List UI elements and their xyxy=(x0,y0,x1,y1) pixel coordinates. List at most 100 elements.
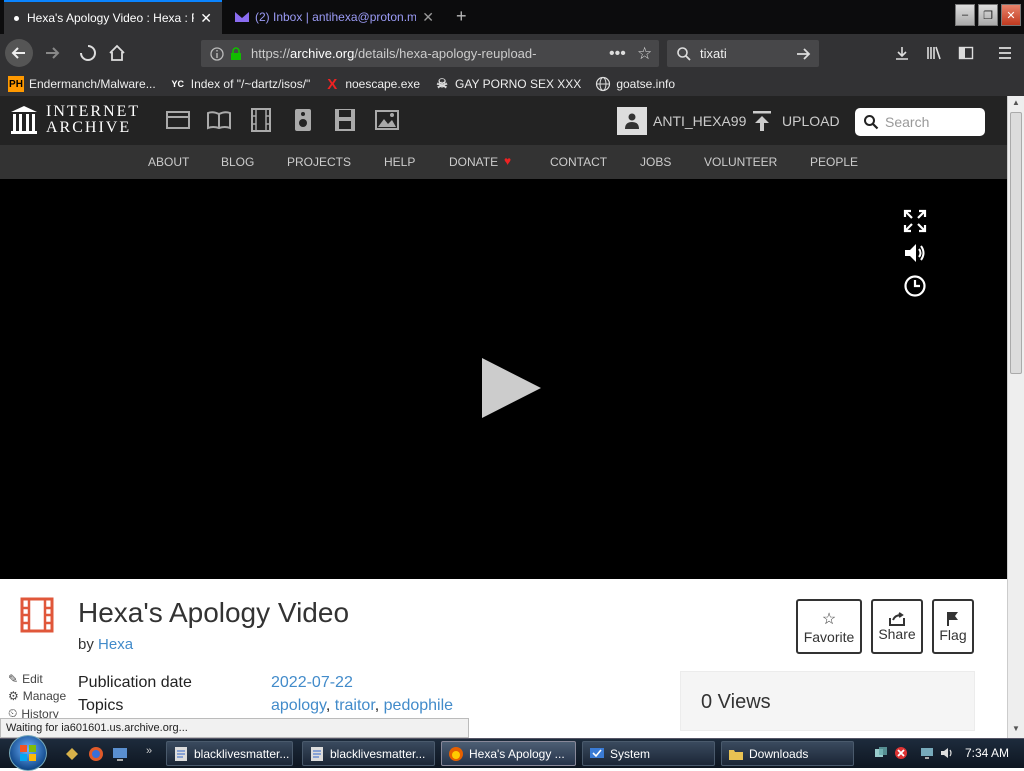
item-title: Hexa's Apology Video xyxy=(78,597,350,628)
star-icon: ☆ xyxy=(821,610,837,628)
ia-header: INTERNET ARCHIVE ANTI_HEXA99 UPLOAD Sear… xyxy=(0,96,1007,145)
sidebar-button[interactable] xyxy=(954,42,978,64)
overflow-chevron-icon[interactable]: » xyxy=(146,745,152,757)
tab-archive[interactable]: Hexa's Apology Video : Hexa : F ✕ xyxy=(4,0,222,34)
scroll-down-icon[interactable]: ▼ xyxy=(1012,724,1020,733)
volume-icon[interactable] xyxy=(903,241,927,265)
info-icon[interactable] xyxy=(209,46,225,62)
taskbar-label: System xyxy=(610,746,651,761)
page-scrollbar[interactable]: ▲ ▼ xyxy=(1007,96,1024,738)
taskbar-item[interactable]: Downloads xyxy=(721,741,854,766)
nav-blog[interactable]: BLOG xyxy=(221,155,254,169)
taskbar-item[interactable]: blacklivesmatter... xyxy=(166,741,293,766)
taskbar-item[interactable]: System xyxy=(582,741,715,766)
window-close-button[interactable]: ✕ xyxy=(1001,4,1021,26)
favorite-button[interactable]: ☆ Favorite xyxy=(796,599,862,654)
downloads-button[interactable] xyxy=(890,42,914,64)
page-actions-icon[interactable]: ••• xyxy=(605,44,630,63)
ia-logo[interactable]: INTERNET ARCHIVE xyxy=(10,104,140,136)
user-icon xyxy=(625,113,639,129)
share-button[interactable]: Share xyxy=(871,599,923,654)
topic-link[interactable]: traitor xyxy=(335,697,375,714)
favorite-label: Favorite xyxy=(803,628,855,645)
restore-button[interactable]: ❐ xyxy=(978,4,998,26)
stop-loading-button[interactable] xyxy=(76,42,100,64)
search-bar[interactable]: tixati xyxy=(667,40,819,67)
bookmark-item[interactable]: ☠ GAY PORNO SEX XXX xyxy=(434,76,581,92)
ia-wordmark: INTERNET ARCHIVE xyxy=(46,103,141,136)
upload-button[interactable]: UPLOAD xyxy=(752,110,840,132)
edit-link[interactable]: ✎ Edit xyxy=(8,672,43,686)
web-icon[interactable] xyxy=(165,108,191,132)
nav-people[interactable]: PEOPLE xyxy=(810,155,858,169)
bookmark-item[interactable]: goatse.info xyxy=(595,76,675,92)
play-icon[interactable] xyxy=(480,357,542,419)
video-film-icon[interactable] xyxy=(248,108,274,132)
flag-button[interactable]: Flag xyxy=(932,599,974,654)
publication-date-value[interactable]: 2022-07-22 xyxy=(271,674,353,692)
minimize-button[interactable]: – xyxy=(955,4,975,26)
quicklaunch-app-icon[interactable] xyxy=(64,746,80,762)
bookmark-item[interactable]: X noescape.exe xyxy=(324,76,420,93)
go-arrow-icon[interactable] xyxy=(795,46,811,62)
loading-indicator-icon xyxy=(14,15,19,21)
system-icon xyxy=(590,747,604,758)
clock-icon[interactable] xyxy=(903,274,927,298)
start-button[interactable] xyxy=(9,735,47,771)
audio-speaker-icon[interactable] xyxy=(290,108,316,132)
bookmark-item[interactable]: YC Index of "/~dartz/isos/" xyxy=(170,76,310,92)
nav-projects[interactable]: PROJECTS xyxy=(287,155,351,169)
show-desktop-icon[interactable] xyxy=(112,746,128,762)
scroll-up-icon[interactable]: ▲ xyxy=(1012,98,1020,107)
taskbar-item-active[interactable]: Hexa's Apology ... xyxy=(441,741,576,766)
url-bar[interactable]: https://archive.org/details/hexa-apology… xyxy=(201,40,659,67)
menu-button[interactable] xyxy=(993,42,1017,64)
nav-about[interactable]: ABOUT xyxy=(148,155,189,169)
tray-volume-icon[interactable] xyxy=(940,746,954,760)
topics-list: apology, traitor, pedophile xyxy=(271,697,454,714)
forward-button[interactable] xyxy=(40,42,64,64)
upload-label: UPLOAD xyxy=(782,113,840,129)
manage-link[interactable]: ⚙ Manage xyxy=(8,689,66,703)
fullscreen-icon[interactable] xyxy=(903,209,927,233)
home-button[interactable] xyxy=(105,42,129,64)
new-tab-button[interactable]: + xyxy=(456,6,467,27)
bookmark-star-icon[interactable]: ☆ xyxy=(633,43,657,64)
flag-icon xyxy=(947,611,958,626)
video-player[interactable] xyxy=(0,179,1007,685)
tab-inbox[interactable]: (2) Inbox | antihexa@proton.m ✕ xyxy=(224,0,444,34)
by-prefix: by xyxy=(78,636,94,653)
search-value: tixati xyxy=(700,46,727,61)
publication-date-label: Publication date xyxy=(78,674,192,691)
scrollbar-thumb[interactable] xyxy=(1010,112,1022,374)
tray-monitor-icon[interactable] xyxy=(920,746,934,760)
author-link[interactable]: Hexa xyxy=(98,636,133,653)
tray-security-alert-icon[interactable] xyxy=(894,746,908,760)
close-tab-icon[interactable]: ✕ xyxy=(200,10,212,27)
ia-search-input[interactable]: Search xyxy=(855,108,985,136)
texts-book-icon[interactable] xyxy=(206,108,232,132)
topic-link[interactable]: apology xyxy=(271,697,326,714)
film-strip-icon xyxy=(20,597,54,633)
bookmark-item[interactable]: PH Endermanch/Malware... xyxy=(8,76,156,92)
library-button[interactable] xyxy=(922,42,946,64)
lock-icon[interactable] xyxy=(229,46,243,61)
nav-donate[interactable]: DONATE xyxy=(449,155,498,169)
nav-help[interactable]: HELP xyxy=(384,155,415,169)
topic-link[interactable]: pedophile xyxy=(384,697,453,714)
nav-contact[interactable]: CONTACT xyxy=(550,155,607,169)
close-tab-icon[interactable]: ✕ xyxy=(422,9,434,26)
tray-network-icon[interactable] xyxy=(874,746,888,760)
views-count: 0 Views xyxy=(680,671,975,731)
quicklaunch-browser-icon[interactable] xyxy=(88,746,104,762)
back-button[interactable] xyxy=(5,39,33,67)
taskbar-clock[interactable]: 7:34 AM xyxy=(965,746,1009,760)
software-floppy-icon[interactable] xyxy=(332,108,358,132)
share-icon xyxy=(889,611,905,626)
edit-label: Edit xyxy=(22,672,43,686)
user-menu[interactable]: ANTI_HEXA99 xyxy=(617,107,746,135)
images-icon[interactable] xyxy=(374,108,400,132)
nav-jobs[interactable]: JOBS xyxy=(640,155,671,169)
taskbar-item[interactable]: blacklivesmatter... xyxy=(302,741,435,766)
nav-volunteer[interactable]: VOLUNTEER xyxy=(704,155,777,169)
